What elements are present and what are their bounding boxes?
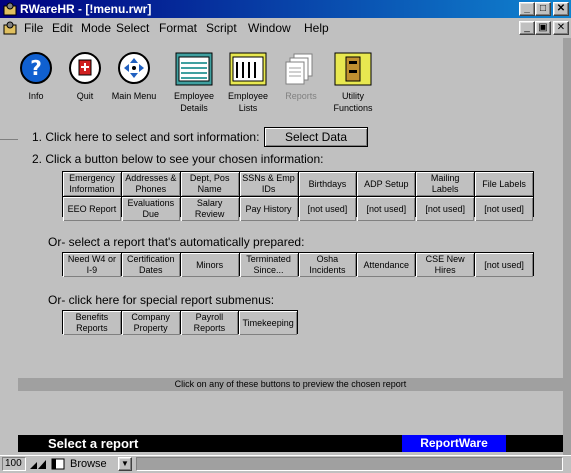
- brand-label: ReportWare: [402, 435, 506, 452]
- minors-button[interactable]: Minors: [180, 253, 239, 277]
- reports-label: Reports: [285, 91, 317, 101]
- terminated-since-button[interactable]: Terminated Since...: [239, 253, 298, 277]
- info-label: Info: [28, 91, 44, 101]
- file-labels-button[interactable]: File Labels: [475, 172, 533, 196]
- timekeeping-button[interactable]: Timekeeping: [239, 311, 297, 335]
- bottom-message-bar: Select a report ReportWare: [18, 435, 563, 452]
- menu-file[interactable]: File: [24, 21, 43, 35]
- employee-details-label: Employee Details: [173, 91, 215, 113]
- menu-select[interactable]: Select: [116, 21, 149, 35]
- step2-text: 2. Click a button below to see your chos…: [32, 152, 324, 166]
- zoom-level[interactable]: 100: [2, 457, 26, 471]
- main-menu-button[interactable]: Main Menu: [112, 52, 156, 101]
- addresses-phones-button[interactable]: Addresses & Phones: [121, 172, 180, 196]
- or-special-text: Or- click here for special report submen…: [48, 293, 275, 307]
- select-data-button[interactable]: Select Data: [264, 127, 368, 147]
- ssns-emp-ids-button[interactable]: SSNs & Emp IDs: [239, 172, 298, 196]
- not-used-button[interactable]: [not used]: [475, 197, 533, 221]
- dept-pos-name-button[interactable]: Dept, Pos Name: [180, 172, 239, 196]
- birthdays-button[interactable]: Birthdays: [298, 172, 357, 196]
- horizontal-scrollbar[interactable]: [136, 457, 563, 471]
- mdi-minimize-button[interactable]: _: [519, 21, 535, 35]
- menu-help[interactable]: Help: [304, 21, 329, 35]
- main-menu-label: Main Menu: [111, 91, 157, 101]
- osha-incidents-button[interactable]: Osha Incidents: [298, 253, 357, 277]
- menu-format[interactable]: Format: [159, 21, 197, 35]
- not-used-button[interactable]: [not used]: [357, 197, 416, 221]
- employee-lists-button[interactable]: Employee Lists: [228, 52, 268, 113]
- arrows-icon: [118, 52, 150, 84]
- hint-bar: Click on any of these buttons to preview…: [18, 378, 563, 391]
- window-title: RWareHR - [!menu.rwr]: [20, 2, 152, 16]
- utility-functions-label: Utility Functions: [333, 91, 373, 113]
- reports-stack-icon: [282, 52, 320, 86]
- vertical-scrollbar[interactable]: [563, 38, 571, 455]
- utility-functions-button[interactable]: Utility Functions: [333, 52, 373, 113]
- menu-script[interactable]: Script: [206, 21, 237, 35]
- minimize-button[interactable]: _: [519, 2, 535, 16]
- attendance-button[interactable]: Attendance: [357, 253, 416, 277]
- zoom-icon[interactable]: [29, 458, 47, 470]
- employee-lists-label: Employee Lists: [227, 91, 269, 113]
- not-used-button[interactable]: [not used]: [416, 197, 475, 221]
- bottom-message: Select a report: [48, 436, 139, 451]
- step1-text: 1. Click here to select and sort informa…: [32, 130, 260, 144]
- auto-report-grid: Need W4 or I-9 Certification Dates Minor…: [62, 252, 534, 277]
- evaluations-due-button[interactable]: Evaluations Due: [121, 197, 180, 221]
- quit-button[interactable]: Quit: [69, 52, 101, 101]
- reports-button[interactable]: Reports: [282, 52, 320, 102]
- mdi-close-button[interactable]: ✕: [553, 21, 569, 35]
- certification-dates-button[interactable]: Certification Dates: [121, 253, 180, 277]
- benefits-reports-button[interactable]: Benefits Reports: [63, 311, 121, 335]
- company-property-button[interactable]: Company Property: [121, 311, 180, 335]
- details-sheet-icon: [175, 52, 213, 86]
- main-panel: 1. Click here to select and sort informa…: [18, 115, 563, 365]
- cse-new-hires-button[interactable]: CSE New Hires: [416, 253, 475, 277]
- question-icon: ?: [20, 52, 52, 84]
- info-button[interactable]: ? Info: [20, 52, 52, 101]
- lists-sheet-icon: [229, 52, 267, 86]
- svg-text:?: ?: [30, 56, 42, 80]
- app-icon: [3, 2, 17, 16]
- status-bar: 100 Browse ▼: [0, 455, 571, 472]
- special-report-grid: Benefits Reports Company Property Payrol…: [62, 310, 298, 335]
- emergency-information-button[interactable]: Emergency Information: [63, 172, 121, 196]
- pay-history-button[interactable]: Pay History: [239, 197, 298, 221]
- not-used-button[interactable]: [not used]: [298, 197, 357, 221]
- left-margin: [0, 140, 18, 455]
- mailing-labels-button[interactable]: Mailing Labels: [416, 172, 475, 196]
- mdi-restore-button[interactable]: ▣: [535, 21, 551, 35]
- or-auto-text: Or- select a report that's automatically…: [48, 235, 305, 249]
- not-used-button[interactable]: [not used]: [475, 253, 533, 277]
- need-w4-i9-button[interactable]: Need W4 or I-9: [63, 253, 121, 277]
- document-icon[interactable]: [3, 21, 17, 35]
- mode-label: Browse: [70, 458, 107, 470]
- eeo-report-button[interactable]: EEO Report: [63, 197, 121, 221]
- payroll-reports-button[interactable]: Payroll Reports: [180, 311, 239, 335]
- close-button[interactable]: ✕: [553, 2, 569, 16]
- adp-setup-button[interactable]: ADP Setup: [357, 172, 416, 196]
- menu-bar: File Edit Mode Select Format Script Wind…: [0, 18, 571, 38]
- salary-review-button[interactable]: Salary Review: [180, 197, 239, 221]
- title-bar: RWareHR - [!menu.rwr] _ □ ✕: [0, 0, 571, 18]
- mode-dropdown-button[interactable]: ▼: [118, 457, 132, 471]
- maximize-button[interactable]: □: [535, 2, 551, 16]
- menu-mode[interactable]: Mode: [81, 21, 111, 35]
- info-report-grid: Emergency Information Addresses & Phones…: [62, 171, 534, 221]
- menu-edit[interactable]: Edit: [52, 21, 73, 35]
- menu-window[interactable]: Window: [248, 21, 291, 35]
- employee-details-button[interactable]: Employee Details: [174, 52, 214, 113]
- cabinet-icon: [334, 52, 372, 86]
- exit-door-icon: [69, 52, 101, 84]
- layout-icon[interactable]: [51, 458, 65, 470]
